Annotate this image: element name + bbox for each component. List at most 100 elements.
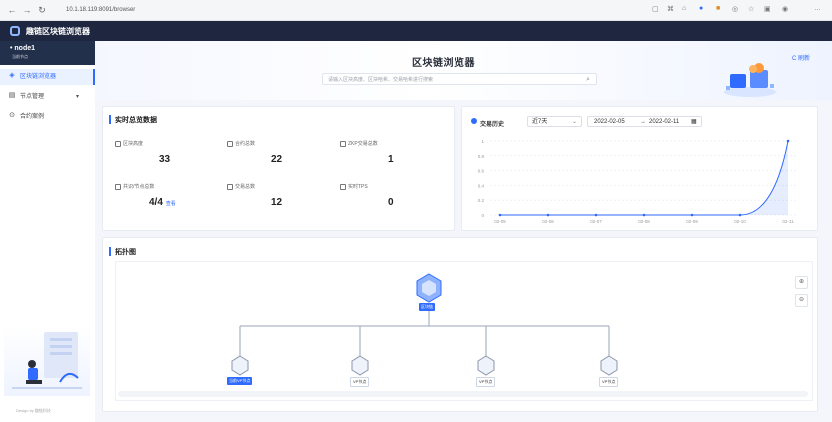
stats-title: 实时总览数据 <box>115 117 157 124</box>
vp-node-label: VP节点 <box>599 377 619 387</box>
date-from: 2022-02-05 <box>594 119 625 125</box>
x-tick-label: 02-09 <box>686 219 698 224</box>
series-line <box>500 140 789 216</box>
tps-icon <box>340 183 346 190</box>
favorites-icon[interactable]: ☆ <box>748 5 754 13</box>
zoom-out-button[interactable]: ⊖ <box>795 294 808 307</box>
zoom-in-button[interactable]: ⊕ <box>795 276 808 289</box>
stat-label-tps: 实时TPS <box>340 183 368 190</box>
title-accent <box>109 247 111 256</box>
sidebar-item-node-management[interactable]: ▤ 节点管理 ▾ <box>0 89 95 105</box>
node-icon <box>115 183 121 190</box>
x-tick-label: 02-05 <box>494 219 506 224</box>
horizontal-scrollbar[interactable] <box>118 391 808 397</box>
grid-icon[interactable]: ⌘ <box>667 5 674 13</box>
sidebar-item-browser[interactable]: ◈ 区块链浏览器 <box>0 69 95 85</box>
root-node[interactable] <box>416 273 442 303</box>
app-header: 趣链区块链浏览器 <box>0 21 832 41</box>
root-node-label: 区块链 <box>419 303 435 311</box>
stat-value-consensus: 4/4 查看 <box>149 197 176 208</box>
stat-value-tps: 0 <box>388 197 394 208</box>
stats-card: 实时总览数据 区块高度 33 合约总数 22 ZKP交易总数 1 共识/节点总数… <box>102 106 455 231</box>
reader-icon[interactable]: ▢ <box>652 5 659 13</box>
search-icon[interactable]: ⌕ <box>586 74 590 86</box>
data-point <box>546 213 550 217</box>
tx-history-chart: 1 0.8 0.6 0.4 0.2 0 02-05 02-06 02-07 02-08 02-09 0… <box>478 139 798 224</box>
sidebar-item-label: 区块链浏览器 <box>20 74 57 80</box>
topology-card: 拓扑图 区块链 当前VP节点 VP节点 VP节点 VP节点 ⊕ ⊖ <box>102 237 818 412</box>
node-subtitle: 当前节点 <box>12 54 28 59</box>
zkp-icon <box>340 140 346 147</box>
topology-canvas[interactable]: 区块链 当前VP节点 VP节点 VP节点 VP节点 ⊕ ⊖ <box>115 261 813 401</box>
date-range-picker[interactable]: 2022-02-05 → 2022-02-11 ▦ <box>587 116 702 127</box>
tab-icon[interactable]: ⌂ <box>682 5 686 12</box>
range-select[interactable]: 近7天 ⌄ <box>527 116 582 127</box>
profile-icon[interactable]: ● <box>699 5 703 12</box>
range-select-value: 近7天 <box>532 119 548 125</box>
stat-label-zkp: ZKP交易总数 <box>340 140 378 147</box>
logo-icon <box>10 26 20 36</box>
node-selector[interactable]: • node1 当前节点 <box>0 41 95 65</box>
stat-label-block-height: 区块高度 <box>115 140 143 147</box>
search-input[interactable]: 请输入区块高度、区块哈希、交易哈希进行搜索 ⌕ <box>322 73 597 85</box>
stat-label-transactions: 交易总数 <box>227 183 255 190</box>
x-tick-label: 02-08 <box>638 219 650 224</box>
vp-node[interactable] <box>600 355 618 376</box>
server-icon: ▤ <box>8 92 16 100</box>
view-nodes-link[interactable]: 查看 <box>166 201 176 207</box>
stat-value-block-height: 33 <box>159 154 171 165</box>
title-accent <box>109 115 111 124</box>
illustration-graphic <box>12 332 82 389</box>
data-point <box>738 213 742 217</box>
browser-toolbar: ← → ↻ 10.1.18.119:8091/browser ▢ ⌘ ⌂ ● ■… <box>0 0 832 21</box>
y-tick-label: 0.4 <box>478 183 485 188</box>
node-name: • node1 <box>10 45 36 52</box>
vp-node[interactable] <box>477 355 495 376</box>
address-bar[interactable]: 10.1.18.119:8091/browser <box>66 4 766 16</box>
topology-links <box>231 273 618 376</box>
x-tick-label: 02-06 <box>542 219 554 224</box>
vp-node-label-current: 当前VP节点 <box>227 377 253 385</box>
sidebar-item-contracts[interactable]: ⊙ 合约案例 <box>0 109 95 125</box>
mask-icon[interactable]: ■ <box>716 5 720 12</box>
stat-value-contracts: 22 <box>271 154 283 165</box>
data-point <box>786 139 790 143</box>
transaction-icon <box>227 183 233 190</box>
account-icon[interactable]: ◉ <box>782 5 788 13</box>
vp-node-current[interactable] <box>231 355 249 376</box>
contract-icon <box>227 140 233 147</box>
chevron-down-icon: ⌄ <box>571 119 577 125</box>
more-icon[interactable]: … <box>814 5 821 12</box>
x-tick-label: 02-10 <box>734 219 746 224</box>
collections-icon[interactable]: ▣ <box>764 5 771 13</box>
sidebar-illustration <box>4 326 90 396</box>
cube-icon: ◈ <box>9 72 15 80</box>
date-to: 2022-02-11 <box>649 119 680 125</box>
calendar-icon[interactable]: ▦ <box>691 117 697 128</box>
search-placeholder: 请输入区块高度、区块哈希、交易哈希进行搜索 <box>328 77 434 83</box>
data-point <box>498 213 502 217</box>
reload-icon[interactable]: ↻ <box>36 4 48 16</box>
y-tick-label: 0.2 <box>478 198 485 203</box>
stat-label-contracts: 合约总数 <box>227 140 255 147</box>
vp-node[interactable] <box>351 355 369 376</box>
back-icon[interactable]: ← <box>6 4 18 16</box>
date-arrow: → <box>640 119 646 125</box>
tx-history-title: 交易历史 <box>480 122 505 128</box>
topology-title: 拓扑图 <box>115 249 136 256</box>
x-tick-label: 02-11 <box>782 219 794 224</box>
x-tick-label: 02-07 <box>590 219 602 224</box>
y-tick-label: 1 <box>481 139 484 144</box>
forward-icon[interactable]: → <box>21 4 33 16</box>
data-point <box>690 213 694 217</box>
y-tick-label: 0 <box>481 213 484 218</box>
hero-banner: 区块链浏览器 请输入区块高度、区块哈希、交易哈希进行搜索 ⌕ C 刷新 <box>95 41 832 100</box>
stat-value-transactions: 12 <box>271 197 283 208</box>
tx-history-card: 交易历史 近7天 ⌄ 2022-02-05 → 2022-02-11 ▦ 1 0.… <box>461 106 818 231</box>
y-tick-label: 0.8 <box>478 154 485 159</box>
data-point <box>642 213 646 217</box>
browser-icon[interactable]: ◎ <box>732 5 738 13</box>
data-point <box>594 213 598 217</box>
refresh-button[interactable]: C 刷新 <box>792 53 810 62</box>
series-area <box>500 141 788 215</box>
